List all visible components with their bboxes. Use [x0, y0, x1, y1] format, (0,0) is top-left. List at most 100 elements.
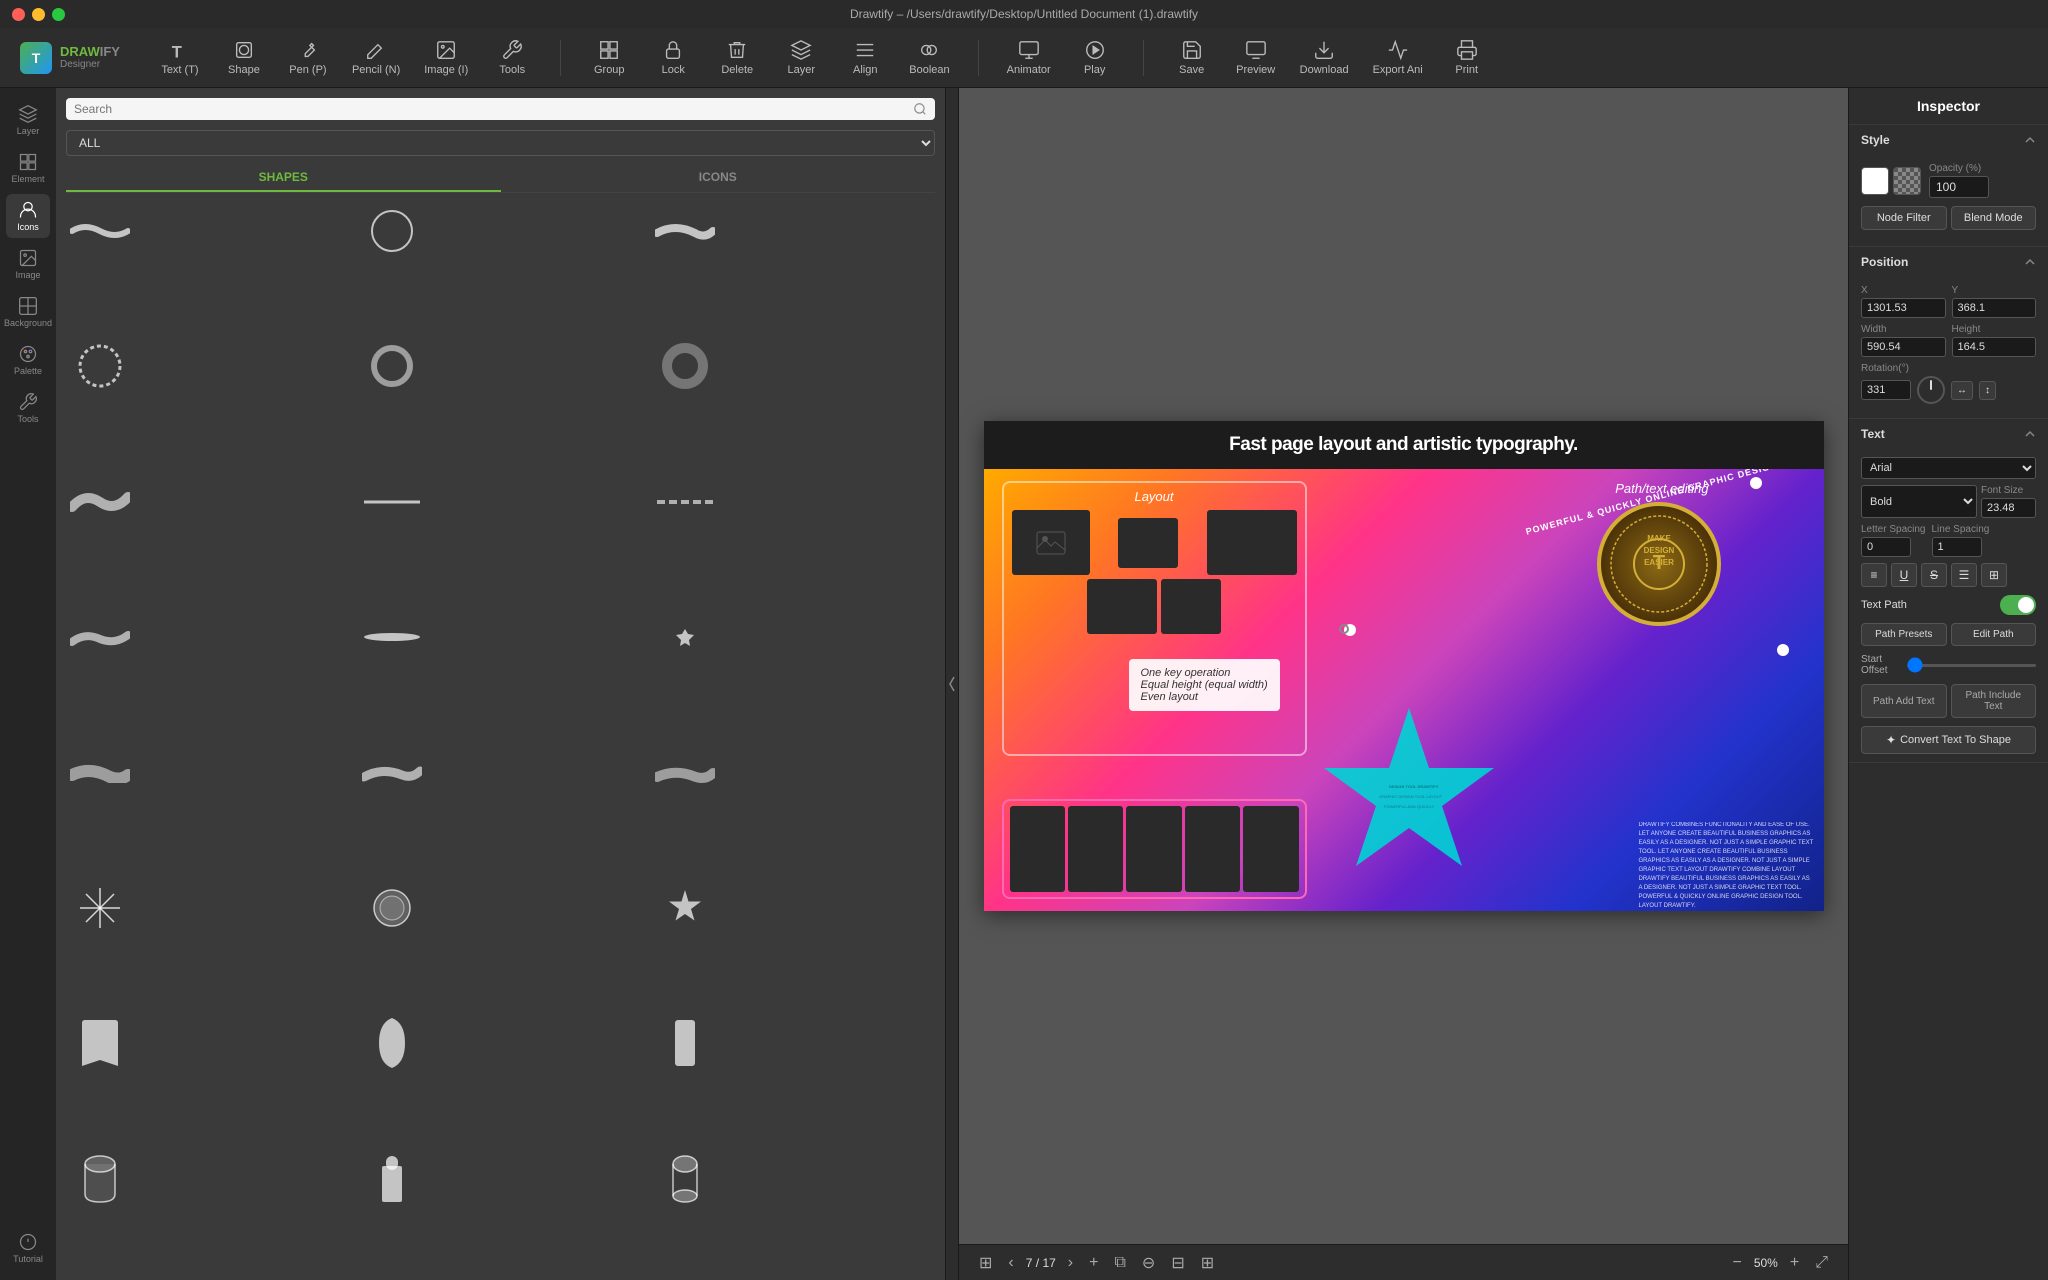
search-input[interactable]: [74, 102, 913, 116]
page-settings-btn[interactable]: ⊞: [1197, 1251, 1218, 1275]
text-path-toggle[interactable]: [2000, 595, 2036, 615]
toolbar-download[interactable]: Download: [1300, 39, 1349, 76]
list-item[interactable]: [649, 1149, 721, 1209]
position-section-header[interactable]: Position: [1849, 247, 2048, 277]
ordered-list-btn[interactable]: ⊞: [1981, 563, 2007, 587]
path-add-text-btn[interactable]: Path Add Text: [1861, 684, 1947, 718]
flip-h-btn[interactable]: ↔: [1951, 381, 1973, 400]
toolbar-pen[interactable]: Pen (P): [288, 39, 328, 76]
nav-icons[interactable]: Icons: [6, 194, 50, 238]
line-spacing-input[interactable]: [1932, 537, 1982, 557]
align-left-btn[interactable]: ≡: [1861, 563, 1887, 587]
convert-text-to-shape-btn[interactable]: ✦ Convert Text To Shape: [1861, 726, 2036, 754]
add-page-btn[interactable]: +: [1085, 1252, 1102, 1274]
list-item[interactable]: [64, 472, 136, 532]
delete-page-btn[interactable]: ⊖: [1138, 1251, 1159, 1275]
tab-icons[interactable]: ICONS: [501, 164, 936, 192]
width-input[interactable]: [1861, 337, 1946, 357]
nav-background[interactable]: Background: [6, 290, 50, 334]
node-filter-btn[interactable]: Node Filter: [1861, 206, 1947, 230]
fill-color-swatch[interactable]: [1861, 167, 1889, 195]
strikethrough-btn[interactable]: S: [1921, 563, 1947, 587]
filter-select[interactable]: ALL: [66, 130, 935, 156]
bullet-list-btn[interactable]: ☰: [1951, 563, 1977, 587]
list-item[interactable]: [64, 336, 136, 396]
toolbar-print[interactable]: Print: [1447, 39, 1487, 76]
grid-view-btn[interactable]: ⊞: [975, 1251, 996, 1275]
toolbar-pencil[interactable]: Pencil (N): [352, 39, 400, 76]
toolbar-lock[interactable]: Lock: [653, 39, 693, 76]
list-item[interactable]: [356, 607, 428, 667]
list-item[interactable]: [649, 336, 721, 396]
list-item[interactable]: [356, 336, 428, 396]
toolbar-layer[interactable]: Layer: [781, 39, 821, 76]
start-offset-slider[interactable]: [1907, 664, 2036, 667]
page-layout-btn[interactable]: ⊟: [1167, 1251, 1188, 1275]
zoom-out-btn[interactable]: −: [1728, 1252, 1745, 1274]
list-item[interactable]: [649, 1013, 721, 1073]
x-input[interactable]: [1861, 298, 1946, 318]
toolbar-shape[interactable]: Shape: [224, 39, 264, 76]
flip-v-btn[interactable]: ↕: [1979, 381, 1996, 400]
blend-mode-btn[interactable]: Blend Mode: [1951, 206, 2037, 230]
list-item[interactable]: [64, 1013, 136, 1073]
nav-tools[interactable]: Tools: [6, 386, 50, 430]
nav-palette[interactable]: Palette: [6, 338, 50, 382]
list-item[interactable]: [64, 201, 136, 261]
minimize-button[interactable]: [32, 8, 45, 21]
tab-shapes[interactable]: SHAPES: [66, 164, 501, 192]
toolbar-delete[interactable]: Delete: [717, 39, 757, 76]
y-input[interactable]: [1952, 298, 2037, 318]
rotation-input[interactable]: [1861, 380, 1911, 400]
toolbar-boolean[interactable]: Boolean: [909, 39, 949, 76]
font-select[interactable]: Arial: [1861, 457, 2036, 479]
maximize-button[interactable]: [52, 8, 65, 21]
copy-page-btn[interactable]: ⧉: [1110, 1252, 1129, 1274]
list-item[interactable]: [356, 1013, 428, 1073]
next-page-btn[interactable]: ›: [1064, 1252, 1077, 1274]
list-item[interactable]: [64, 878, 136, 938]
list-item[interactable]: [649, 743, 721, 803]
path-include-text-btn[interactable]: Path Include Text: [1951, 684, 2037, 718]
list-item[interactable]: [64, 743, 136, 803]
path-presets-btn[interactable]: Path Presets: [1861, 623, 1947, 646]
nav-image[interactable]: Image: [6, 242, 50, 286]
text-section-header[interactable]: Text: [1849, 419, 2048, 449]
list-item[interactable]: [356, 1149, 428, 1209]
list-item[interactable]: [356, 878, 428, 938]
list-item[interactable]: [649, 607, 721, 667]
letter-spacing-input[interactable]: [1861, 537, 1911, 557]
control-point[interactable]: [1750, 477, 1762, 489]
list-item[interactable]: [64, 607, 136, 667]
list-item[interactable]: [356, 201, 428, 261]
list-item[interactable]: [649, 472, 721, 532]
toolbar-export-ani[interactable]: Export Ani: [1373, 39, 1423, 76]
font-size-input[interactable]: [1981, 498, 2036, 518]
underline-btn[interactable]: U: [1891, 563, 1917, 587]
list-item[interactable]: [356, 472, 428, 532]
list-item[interactable]: [649, 878, 721, 938]
bold-select[interactable]: Bold Regular: [1861, 485, 1977, 518]
stroke-color-swatch[interactable]: [1893, 167, 1921, 195]
canvas[interactable]: Fast page layout and artistic typography…: [959, 88, 1848, 1244]
style-section-header[interactable]: Style: [1849, 125, 2048, 155]
fit-btn[interactable]: ⤢: [1811, 1252, 1832, 1274]
toolbar-image[interactable]: Image (I): [424, 39, 468, 76]
toolbar-animator[interactable]: Animator: [1007, 39, 1051, 76]
rotation-dial[interactable]: [1917, 376, 1945, 404]
prev-page-btn[interactable]: ‹: [1004, 1252, 1017, 1274]
toolbar-group[interactable]: Group: [589, 39, 629, 76]
nav-element[interactable]: Element: [6, 146, 50, 190]
list-item[interactable]: [64, 1149, 136, 1209]
opacity-input[interactable]: [1929, 176, 1989, 198]
list-item[interactable]: [649, 201, 721, 261]
list-item[interactable]: [356, 743, 428, 803]
nav-layer[interactable]: Layer: [6, 98, 50, 142]
toolbar-preview[interactable]: Preview: [1236, 39, 1276, 76]
height-input[interactable]: [1952, 337, 2037, 357]
control-point-2[interactable]: [1777, 644, 1789, 656]
search-input-wrap[interactable]: [66, 98, 935, 120]
toolbar-align[interactable]: Align: [845, 39, 885, 76]
toolbar-text[interactable]: T Text (T): [160, 39, 200, 76]
rotation-handle[interactable]: [1339, 624, 1349, 634]
